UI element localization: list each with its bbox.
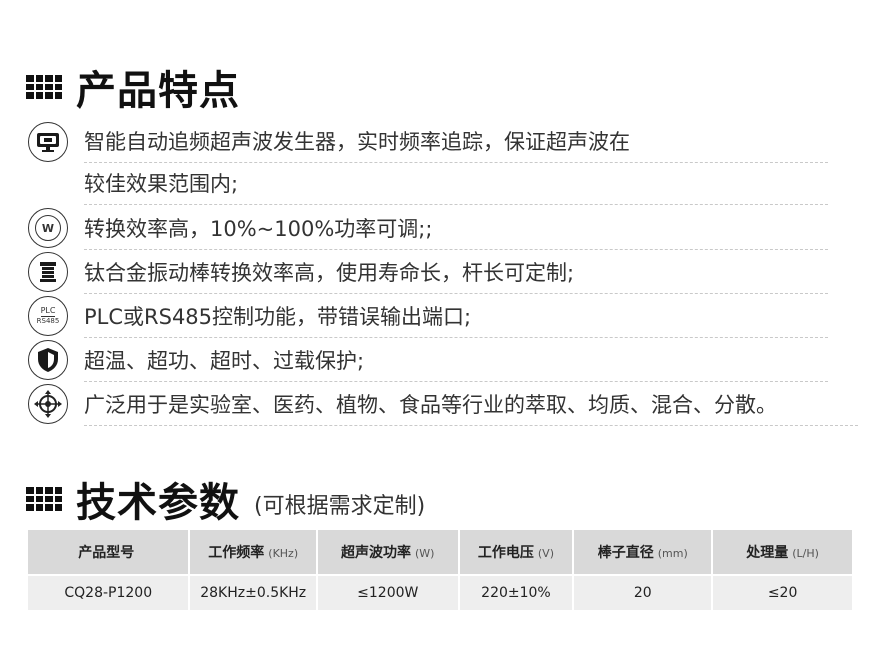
col-header-diameter: 棒子直径 (mm) bbox=[574, 530, 712, 574]
cell-diameter: 20 bbox=[574, 574, 712, 610]
params-header: 技术参数 (可根据需求定制) bbox=[26, 470, 425, 528]
feature-item: PLC RS485 PLC或RS485控制功能，带错误输出端口; bbox=[28, 296, 828, 338]
feature-text: 转换效率高，10%~100%功率可调;; bbox=[84, 215, 828, 250]
table-row: CQ28-P1200 28KHz±0.5KHz ≤1200W 220±10% 2… bbox=[28, 574, 852, 610]
col-header-power: 超声波功率 (W) bbox=[317, 530, 458, 574]
params-table: 产品型号 工作频率 (KHz) 超声波功率 (W) 工作电压 (V) 棒子直径 (mm)… bbox=[26, 530, 854, 610]
rod-icon bbox=[28, 252, 68, 292]
params-subtitle: (可根据需求定制) bbox=[254, 494, 426, 519]
col-header-frequency: 工作频率 (KHz) bbox=[190, 530, 316, 574]
features-header: 产品特点 bbox=[26, 58, 240, 116]
col-header-model: 产品型号 bbox=[28, 530, 189, 574]
feature-text: 超温、超功、超时、过载保护; bbox=[84, 347, 828, 382]
crosshair-icon bbox=[28, 384, 68, 424]
cell-power: ≤1200W bbox=[317, 574, 458, 610]
plc-icon-label: PLC bbox=[40, 306, 56, 317]
w-badge: W bbox=[35, 215, 61, 241]
cell-model: CQ28-P1200 bbox=[28, 574, 189, 610]
feature-text: 钛合金振动棒转换效率高，使用寿命长，杆长可定制; bbox=[84, 259, 828, 294]
params-title: 技术参数 bbox=[76, 480, 240, 526]
cell-frequency: 28KHz±0.5KHz bbox=[190, 574, 316, 610]
feature-text: PLC或RS485控制功能，带错误输出端口; bbox=[84, 303, 828, 338]
feature-item: 钛合金振动棒转换效率高，使用寿命长，杆长可定制; bbox=[28, 252, 828, 294]
plc-icon: PLC RS485 bbox=[28, 296, 68, 336]
monitor-icon bbox=[28, 122, 68, 162]
grid-icon bbox=[26, 487, 62, 511]
cell-voltage: 220±10% bbox=[459, 574, 573, 610]
col-header-voltage: 工作电压 (V) bbox=[459, 530, 573, 574]
feature-item: 广泛用于是实验室、医药、植物、食品等行业的萃取、均质、混合、分散。 bbox=[28, 384, 858, 426]
feature-text: 较佳效果范围内; bbox=[84, 170, 828, 205]
rs485-icon-label: RS485 bbox=[36, 317, 60, 325]
shield-icon bbox=[28, 340, 68, 380]
feature-text: 广泛用于是实验室、医药、植物、食品等行业的萃取、均质、混合、分散。 bbox=[84, 391, 858, 426]
feature-item: 智能自动追频超声波发生器，实时频率追踪，保证超声波在 较佳效果范围内; bbox=[28, 122, 828, 205]
feature-text: 智能自动追频超声波发生器，实时频率追踪，保证超声波在 bbox=[84, 128, 828, 163]
col-header-capacity: 处理量 (L/H) bbox=[713, 530, 852, 574]
features-title: 产品特点 bbox=[76, 68, 240, 114]
table-header-row: 产品型号 工作频率 (KHz) 超声波功率 (W) 工作电压 (V) 棒子直径 (mm)… bbox=[28, 530, 852, 574]
feature-item: 超温、超功、超时、过载保护; bbox=[28, 340, 828, 382]
cell-capacity: ≤20 bbox=[713, 574, 852, 610]
feature-item: W 转换效率高，10%~100%功率可调;; bbox=[28, 208, 828, 250]
w-circle-icon: W bbox=[28, 208, 68, 248]
grid-icon bbox=[26, 75, 62, 99]
